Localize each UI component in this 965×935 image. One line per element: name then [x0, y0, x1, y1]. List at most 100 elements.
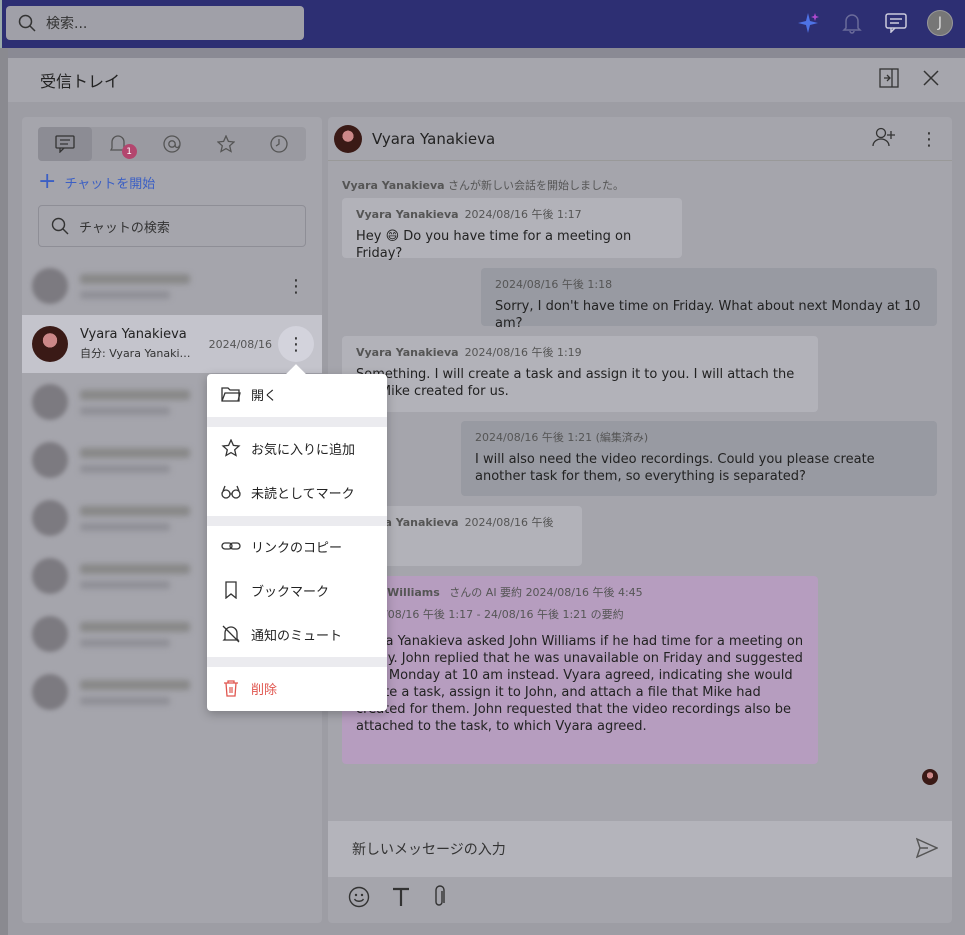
- chat-header: Vyara Yanakieva ⋮: [328, 117, 952, 161]
- ai-summary-message: John Williams さんの AI 要約 2024/08/16 午後 4:…: [342, 576, 818, 764]
- menu-item-open[interactable]: 開く: [207, 376, 387, 412]
- message-text: 😄: [356, 553, 568, 570]
- message-time: 2024/08/16 午後 1:17: [464, 208, 582, 221]
- summary-author-suffix: さんの AI 要約: [445, 586, 523, 599]
- more-options-icon[interactable]: ⋮: [920, 129, 938, 150]
- avatar: [32, 442, 68, 478]
- avatar: [32, 326, 68, 362]
- sidebar-tabs: 1: [38, 127, 306, 161]
- context-menu: 開く お気に入りに追加 未読としてマーク リンクのコピー ブックマーク 通知のミ…: [207, 374, 387, 711]
- chat-icon: [55, 135, 75, 153]
- bell-off-icon: [222, 625, 240, 643]
- message-input-placeholder: 新しいメッセージの入力: [352, 842, 506, 858]
- avatar: [32, 616, 68, 652]
- message-author: Vyara Yanakieva: [356, 346, 459, 359]
- system-author: Vyara Yanakieva: [342, 179, 445, 192]
- menu-item-label: 削除: [251, 682, 278, 698]
- at-icon: [163, 135, 181, 153]
- message-text: Something. I will create a task and assi…: [356, 367, 795, 399]
- emoji-icon[interactable]: [348, 886, 370, 912]
- menu-item-label: お気に入りに追加: [251, 442, 356, 458]
- top-bar: 検索... J: [0, 0, 965, 48]
- avatar: [32, 674, 68, 710]
- menu-item-label: 開く: [251, 388, 278, 404]
- add-user-icon[interactable]: [872, 127, 896, 151]
- system-message: Vyara Yanakieva さんが新しい会話を開始しました。: [342, 177, 624, 193]
- list-item-selected[interactable]: Vyara Yanakieva 自分: Vyara Yanakieva aske…: [22, 315, 322, 373]
- message-input[interactable]: 新しいメッセージの入力: [328, 821, 952, 877]
- plus-icon: +: [38, 169, 57, 194]
- link-icon: [221, 542, 241, 550]
- paperclip-icon[interactable]: [432, 885, 446, 913]
- trash-icon: [224, 680, 238, 697]
- menu-item-mute[interactable]: 通知のミュート: [207, 616, 387, 652]
- chat-search-placeholder: チャットの検索: [79, 220, 170, 236]
- search-icon: [18, 14, 36, 32]
- message-incoming: Vyara Yanakieva 2024/08/16 午後 1:17 Hey 😄 …: [342, 198, 682, 261]
- message-time: 2024/08/16 午後 1:18: [495, 278, 613, 291]
- tab-history[interactable]: [252, 127, 306, 161]
- message-time: 2024/08/16 午後 1:21 (編集済み): [475, 431, 649, 444]
- message-text: Hey 😄 Do you have time for a meeting on …: [356, 229, 632, 261]
- last-message-preview: 自分: Vyara Yanakieva asked…: [80, 347, 196, 360]
- background-strip: [0, 48, 8, 935]
- global-search-placeholder: 検索...: [46, 16, 88, 32]
- message-incoming: Vyara Yanakieva 2024/08/16 午後 1:19 Someth…: [342, 336, 818, 412]
- tab-notifications[interactable]: 1: [92, 127, 146, 161]
- menu-divider: [207, 516, 387, 526]
- tab-chats[interactable]: [38, 127, 92, 161]
- message-time: 2024/08/16 午後 1:19: [464, 346, 582, 359]
- sparkle-icon[interactable]: [795, 8, 821, 38]
- close-icon[interactable]: [921, 68, 941, 92]
- chat-contact-name: Vyara Yanakieva: [372, 129, 496, 148]
- avatar: [32, 558, 68, 594]
- text-format-icon[interactable]: [392, 887, 410, 911]
- start-chat-label: チャットを開始: [64, 176, 156, 192]
- message-outgoing: 2024/08/16 午後 1:21 (編集済み) I will also ne…: [461, 421, 937, 496]
- bookmark-icon: [225, 581, 237, 599]
- menu-item-mark-unread[interactable]: 未読としてマーク: [207, 474, 387, 510]
- expand-panel-icon[interactable]: [879, 68, 899, 92]
- menu-item-delete[interactable]: 削除: [207, 670, 387, 706]
- more-options-icon[interactable]: ⋮: [278, 268, 314, 304]
- menu-item-label: リンクのコピー: [251, 540, 343, 556]
- read-receipt-avatar: [922, 769, 938, 785]
- avatar: [32, 268, 68, 304]
- contact-name: Vyara Yanakieva: [80, 327, 187, 342]
- menu-item-add-favorite[interactable]: お気に入りに追加: [207, 430, 387, 466]
- menu-divider: [207, 657, 387, 667]
- message-author: Vyara Yanakieva: [356, 208, 459, 221]
- tab-mentions[interactable]: [145, 127, 199, 161]
- inbox-header: 受信トレイ: [8, 58, 965, 102]
- chat-pane: Vyara Yanakieva ⋮ Vyara Yanakieva さんが新しい…: [328, 117, 952, 923]
- last-message-date: 2024/08/16: [208, 337, 272, 351]
- search-icon: [51, 217, 69, 235]
- clock-icon: [270, 135, 288, 153]
- chat-icon[interactable]: [883, 8, 909, 38]
- summary-time: 2024/08/16 午後 4:45: [525, 586, 643, 599]
- tab-favorites[interactable]: [199, 127, 253, 161]
- star-icon: [216, 135, 235, 153]
- star-icon: [221, 439, 241, 457]
- send-icon[interactable]: [915, 837, 939, 863]
- avatar: [32, 384, 68, 420]
- menu-item-bookmark[interactable]: ブックマーク: [207, 572, 387, 608]
- glasses-icon: [221, 485, 241, 499]
- folder-icon: [221, 387, 241, 402]
- menu-item-copy-link[interactable]: リンクのコピー: [207, 528, 387, 564]
- menu-item-label: 未読としてマーク: [251, 486, 355, 502]
- user-avatar[interactable]: J: [927, 10, 953, 36]
- system-text: さんが新しい会話を開始しました。: [444, 179, 625, 192]
- start-chat-button[interactable]: + チャットを開始: [38, 171, 322, 193]
- summary-range: 2024/08/16 午後 1:17 - 24/08/16 午後 1:21 の要…: [356, 608, 624, 621]
- global-search-input[interactable]: 検索...: [6, 6, 304, 40]
- chat-search-input[interactable]: チャットの検索: [38, 205, 306, 247]
- bell-icon[interactable]: [839, 8, 865, 38]
- menu-divider: [207, 417, 387, 427]
- composer-toolbar: [348, 885, 446, 913]
- message-outgoing: 2024/08/16 午後 1:18 Sorry, I don't have t…: [481, 268, 937, 331]
- avatar: [334, 124, 362, 153]
- list-item[interactable]: ⋮: [22, 257, 322, 315]
- more-options-icon[interactable]: ⋮: [278, 326, 314, 362]
- avatar: [32, 500, 68, 536]
